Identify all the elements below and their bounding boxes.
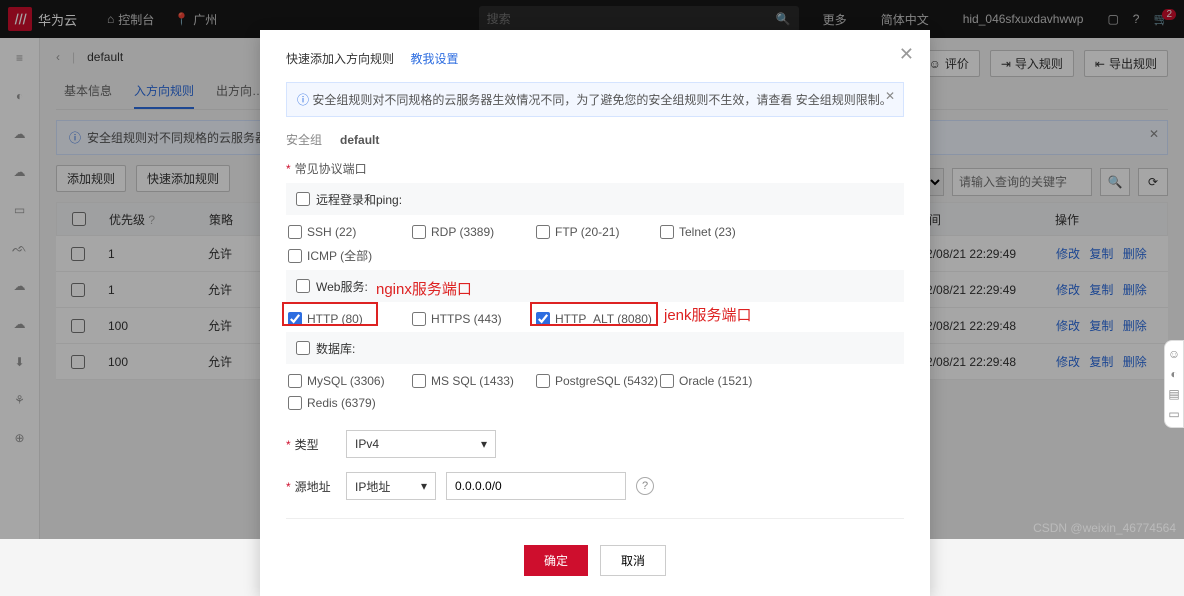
src-label: 源地址 (295, 480, 331, 494)
port-checkbox[interactable] (536, 374, 550, 388)
watermark: CSDN @weixin_46774564 (1033, 521, 1176, 535)
port-label: MySQL (3306) (307, 374, 385, 388)
port-option: FTP (20-21) (536, 221, 660, 243)
port-label: PostgreSQL (5432) (555, 374, 658, 388)
teach-link[interactable]: 教我设置 (410, 52, 458, 66)
float-icon-1[interactable]: ☺ (1167, 347, 1181, 361)
ports-label: 常见协议端口 (295, 162, 367, 176)
src-type-select[interactable]: IP地址▾ (346, 472, 436, 500)
port-checkbox[interactable] (412, 374, 426, 388)
type-label: 类型 (295, 438, 319, 452)
chevron-down-icon: ▾ (421, 479, 427, 493)
group-db: 数据库: (286, 332, 904, 364)
port-option: SSH (22) (288, 221, 412, 243)
port-label: HTTP_ALT (8080) (555, 312, 652, 326)
port-option: HTTPS (443) (412, 308, 536, 330)
port-label: SSH (22) (307, 225, 356, 239)
port-option: HTTP_ALT (8080) (536, 308, 660, 330)
port-option: RDP (3389) (412, 221, 536, 243)
port-label: Redis (6379) (307, 396, 376, 410)
limit-link[interactable]: 安全组规则限制。 (796, 93, 892, 107)
quick-add-modal: ✕ 快速添加入方向规则 教我设置 ⓘ 安全组规则对不同规格的云服务器生效情况不同… (260, 30, 930, 596)
group-web-checkbox[interactable] (296, 279, 310, 293)
port-checkbox[interactable] (412, 312, 426, 326)
sg-label: 安全组 (286, 131, 322, 148)
float-icon-3[interactable]: ▤ (1167, 387, 1181, 401)
src-input[interactable] (446, 472, 626, 500)
port-label: HTTPS (443) (431, 312, 502, 326)
divider (286, 518, 904, 519)
port-option: ICMP (全部) (288, 243, 412, 268)
side-floater: ☺ ◐ ▤ ▭ (1164, 340, 1184, 428)
port-checkbox[interactable] (288, 374, 302, 388)
info-icon: ⓘ (297, 93, 309, 107)
port-option: Oracle (1521) (660, 370, 784, 392)
port-checkbox[interactable] (660, 225, 674, 239)
chevron-down-icon: ▾ (481, 437, 487, 451)
port-checkbox[interactable] (660, 374, 674, 388)
port-option: Telnet (23) (660, 221, 784, 243)
port-option: PostgreSQL (5432) (536, 370, 660, 392)
port-label: Telnet (23) (679, 225, 736, 239)
group-remote: 远程登录和ping: (286, 183, 904, 215)
group-remote-checkbox[interactable] (296, 192, 310, 206)
ok-button[interactable]: 确定 (524, 545, 588, 576)
port-label: MS SQL (1433) (431, 374, 514, 388)
sg-value: default (340, 133, 379, 147)
port-label: ICMP (全部) (307, 247, 372, 264)
port-checkbox[interactable] (288, 312, 302, 326)
port-label: Oracle (1521) (679, 374, 752, 388)
type-select[interactable]: IPv4▾ (346, 430, 496, 458)
port-option: HTTP (80) (288, 308, 412, 330)
port-label: RDP (3389) (431, 225, 494, 239)
port-checkbox[interactable] (536, 225, 550, 239)
modal-title: 快速添加入方向规则 教我设置 (286, 50, 904, 68)
port-option: MS SQL (1433) (412, 370, 536, 392)
cancel-button[interactable]: 取消 (600, 545, 666, 576)
close-icon[interactable]: ✕ (885, 89, 895, 103)
port-option: Redis (6379) (288, 392, 412, 414)
port-checkbox[interactable] (288, 225, 302, 239)
port-checkbox[interactable] (288, 249, 302, 263)
anno-nginx: nginx服务端口 (376, 278, 472, 299)
port-checkbox[interactable] (536, 312, 550, 326)
modal-info: ⓘ 安全组规则对不同规格的云服务器生效情况不同，为了避免您的安全组规则不生效，请… (286, 82, 904, 117)
port-label: FTP (20-21) (555, 225, 619, 239)
port-option: MySQL (3306) (288, 370, 412, 392)
float-icon-2[interactable]: ◐ (1167, 367, 1181, 381)
port-checkbox[interactable] (288, 396, 302, 410)
port-label: HTTP (80) (307, 312, 363, 326)
port-checkbox[interactable] (412, 225, 426, 239)
close-icon[interactable]: ✕ (899, 44, 914, 65)
group-db-checkbox[interactable] (296, 341, 310, 355)
help-icon[interactable]: ? (636, 477, 654, 495)
anno-jenk: jenk服务端口 (664, 304, 752, 325)
float-icon-4[interactable]: ▭ (1167, 407, 1181, 421)
